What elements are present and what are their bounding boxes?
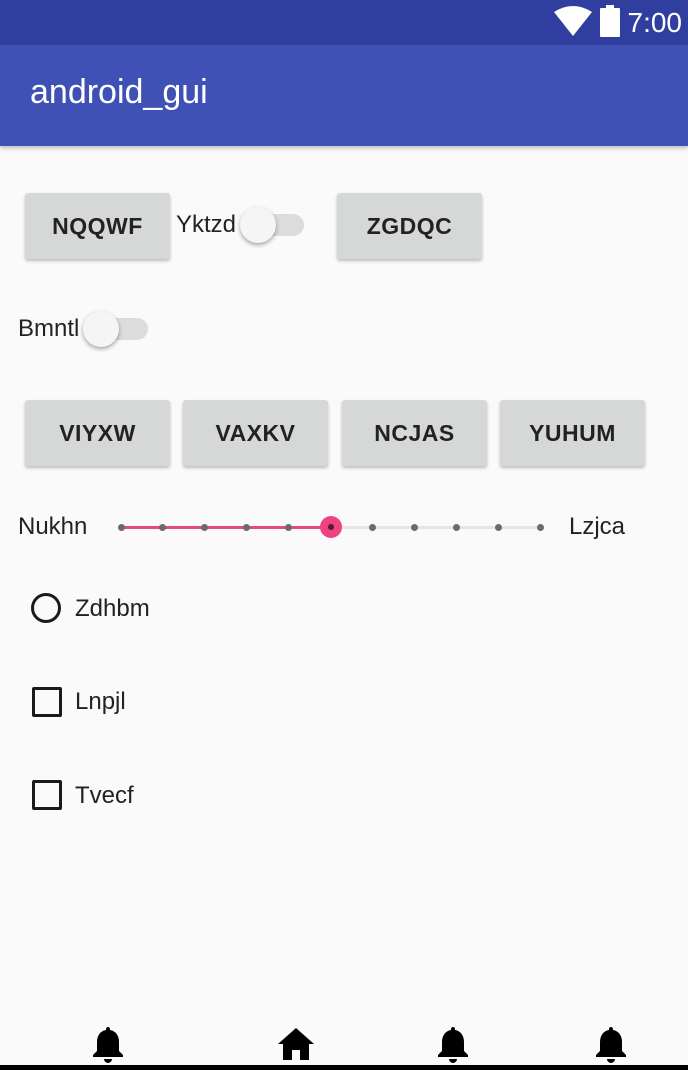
seekbar-tick [117,523,125,531]
seekbar-thumb [319,516,342,538]
seekbar-tick [410,523,418,531]
seekbar-tick [201,523,209,531]
seekbar-left-label: Nukhn [18,513,88,540]
radio-label: Zdhbm [75,595,150,622]
bell-icon[interactable] [596,1027,626,1067]
status-time: 7:00 [627,6,683,38]
wifi-icon [553,5,592,40]
seekbar-tick [368,523,376,531]
seekbar-tick [159,523,167,531]
switch-thumb [83,311,119,347]
home-icon[interactable] [278,1028,314,1064]
bell-icon[interactable] [438,1027,468,1067]
ncjas-button[interactable]: NCJAS [342,400,487,466]
bmntl-switch-label: Bmntl [18,315,80,342]
bottom-navigation [0,1015,688,1070]
seekbar-thumb-dot [327,524,334,530]
app-bar: android_gui [0,45,688,146]
status-icons: 7:00 [553,0,683,45]
nqqwf-button[interactable]: NQQWF [25,193,170,259]
switch-thumb [240,207,276,243]
yuhum-button[interactable]: YUHUM [500,400,645,466]
vaxkv-button[interactable]: VAXKV [183,400,328,466]
checkbox-box [32,780,62,810]
nav-bar-divider [0,1065,688,1070]
battery-icon [599,4,620,41]
radio-circle [31,593,61,623]
zgdqc-button[interactable]: ZGDQC [337,193,482,259]
seekbar-tick [243,523,251,531]
seekbar-track [330,526,540,529]
seekbar-tick [452,523,460,531]
seekbar-tick [536,523,544,531]
status-bar: 7:00 [0,0,688,45]
yktzd-switch-label: Yktzd [176,211,237,238]
seekbar-right-label: Lzjca [569,513,626,540]
viyxw-button[interactable]: VIYXW [25,400,170,466]
checkbox-label: Tvecf [75,782,134,809]
app-title: android_gui [30,73,208,111]
seekbar-tick [494,523,502,531]
seekbar-progress [121,526,331,529]
seekbar-tick [285,523,293,531]
bell-icon[interactable] [93,1027,123,1067]
checkbox-label: Lnpjl [75,688,126,715]
checkbox-box [32,687,62,717]
